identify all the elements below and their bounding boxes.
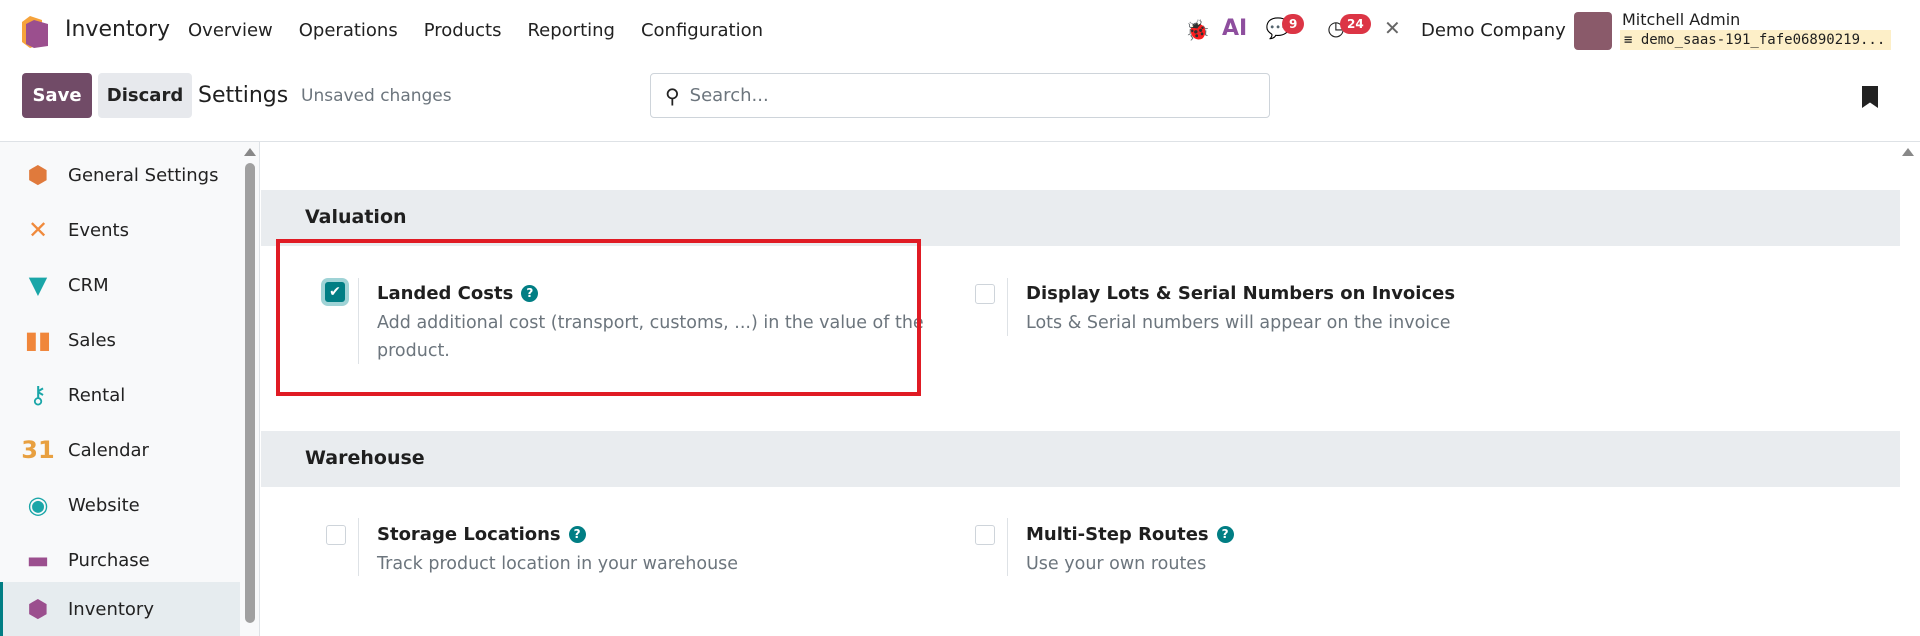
control-panel: Save Discard Settings Unsaved changes ⚲ … <box>0 62 1920 142</box>
rental-key-icon: ⚷ <box>29 381 47 409</box>
display-lots-description: Lots & Serial numbers will appear on the… <box>1026 313 1451 333</box>
database-icon: ≡ <box>1624 32 1641 48</box>
activities-clock-icon[interactable]: ◷ 24 <box>1322 14 1371 40</box>
display-lots-checkbox[interactable] <box>975 284 995 304</box>
setting-title: Multi-Step Routes <box>1026 524 1209 545</box>
bookmark-icon[interactable] <box>1862 86 1878 108</box>
sidebar-item-label: CRM <box>68 274 109 296</box>
display-lots-title: Display Lots & Serial Numbers on Invoice… <box>1026 283 1456 304</box>
debug-bug-icon[interactable]: 🐞 <box>1185 18 1210 42</box>
sidebar-item-events[interactable]: ✕ Events <box>0 203 240 257</box>
divider <box>358 518 359 576</box>
sidebar-item-label: Calendar <box>68 439 149 461</box>
app-name[interactable]: Inventory <box>65 17 170 42</box>
user-name[interactable]: Mitchell Admin <box>1622 10 1740 29</box>
tools-icon[interactable]: ✕ <box>1384 16 1401 40</box>
search-icon: ⚲ <box>665 83 680 108</box>
sidebar-item-label: Sales <box>68 329 116 351</box>
sidebar-item-label: Purchase <box>68 549 150 571</box>
main-menu: Overview Operations Products Reporting C… <box>188 20 763 41</box>
company-switcher[interactable]: Demo Company <box>1421 20 1566 41</box>
activities-badge: 24 <box>1340 14 1371 34</box>
sidebar-item-calendar[interactable]: 31 Calendar <box>0 423 240 477</box>
multi-step-routes-title: Multi-Step Routes? <box>1026 524 1234 545</box>
website-icon: ◉ <box>27 491 49 519</box>
menu-operations[interactable]: Operations <box>299 20 398 41</box>
events-icon: ✕ <box>27 216 49 244</box>
help-icon[interactable]: ? <box>1216 525 1234 543</box>
section-valuation-header: Valuation <box>261 190 1900 246</box>
discard-button[interactable]: Discard <box>98 73 192 118</box>
divider <box>1007 518 1008 576</box>
section-warehouse-header: Warehouse <box>261 431 1900 487</box>
inventory-app-logo[interactable] <box>22 16 48 48</box>
save-button[interactable]: Save <box>22 73 92 118</box>
sales-icon: ▮▮ <box>24 326 52 354</box>
ai-icon[interactable]: AI <box>1222 16 1247 41</box>
purchase-icon: ▬ <box>26 546 50 574</box>
sidebar-item-purchase[interactable]: ▬ Purchase <box>0 533 240 587</box>
sidebar-item-label: Website <box>68 494 140 516</box>
highlight-box <box>276 239 921 396</box>
breadcrumb: Settings <box>198 83 289 108</box>
storage-locations-title: Storage Locations? <box>377 524 586 545</box>
sidebar-item-label: Events <box>68 219 129 241</box>
messages-badge: 9 <box>1282 14 1305 34</box>
storage-locations-checkbox[interactable] <box>326 525 346 545</box>
search-box[interactable]: ⚲ Search... <box>650 73 1270 118</box>
messages-icon[interactable]: 💬 9 <box>1264 14 1305 40</box>
search-input[interactable]: Search... <box>690 85 769 106</box>
multi-step-routes-checkbox[interactable] <box>975 525 995 545</box>
sidebar-item-rental[interactable]: ⚷ Rental <box>0 368 240 422</box>
menu-configuration[interactable]: Configuration <box>641 20 763 41</box>
help-icon[interactable]: ? <box>568 525 586 543</box>
crm-icon: ▼ <box>28 271 48 299</box>
sidebar-item-website[interactable]: ◉ Website <box>0 478 240 532</box>
top-navbar: Inventory Overview Operations Products R… <box>0 0 1920 62</box>
storage-locations-description: Track product location in your warehouse <box>377 554 739 574</box>
sidebar-item-label: General Settings <box>68 164 219 186</box>
database-name: ≡ demo_saas-191_fafe06890219... <box>1620 30 1892 50</box>
sidebar-scrollbar[interactable] <box>245 163 255 623</box>
user-avatar[interactable] <box>1574 12 1612 50</box>
content-scroll-up[interactable] <box>1902 148 1914 156</box>
menu-products[interactable]: Products <box>424 20 502 41</box>
multi-step-routes-description: Use your own routes <box>1026 554 1207 574</box>
sidebar-item-inventory[interactable]: ⬢ Inventory <box>0 582 240 636</box>
sidebar-item-general-settings[interactable]: ⬢ General Settings <box>0 148 240 202</box>
menu-reporting[interactable]: Reporting <box>527 20 615 41</box>
sidebar-item-label: Inventory <box>68 598 154 620</box>
unsaved-status: Unsaved changes <box>301 86 452 106</box>
menu-overview[interactable]: Overview <box>188 20 273 41</box>
calendar-icon: 31 <box>21 436 55 464</box>
divider <box>1007 278 1008 336</box>
setting-title: Storage Locations <box>377 524 561 545</box>
sidebar-item-sales[interactable]: ▮▮ Sales <box>0 313 240 367</box>
database-label: demo_saas-191_fafe06890219... <box>1640 32 1886 48</box>
settings-sidebar: ⬢ General Settings ✕ Events ▼ CRM ▮▮ Sales ⚷… <box>0 142 260 636</box>
sidebar-scroll-up[interactable] <box>244 148 256 156</box>
inventory-icon: ⬢ <box>27 595 49 623</box>
general-settings-icon: ⬢ <box>27 161 49 189</box>
sidebar-item-label: Rental <box>68 384 126 406</box>
sidebar-item-crm[interactable]: ▼ CRM <box>0 258 240 312</box>
